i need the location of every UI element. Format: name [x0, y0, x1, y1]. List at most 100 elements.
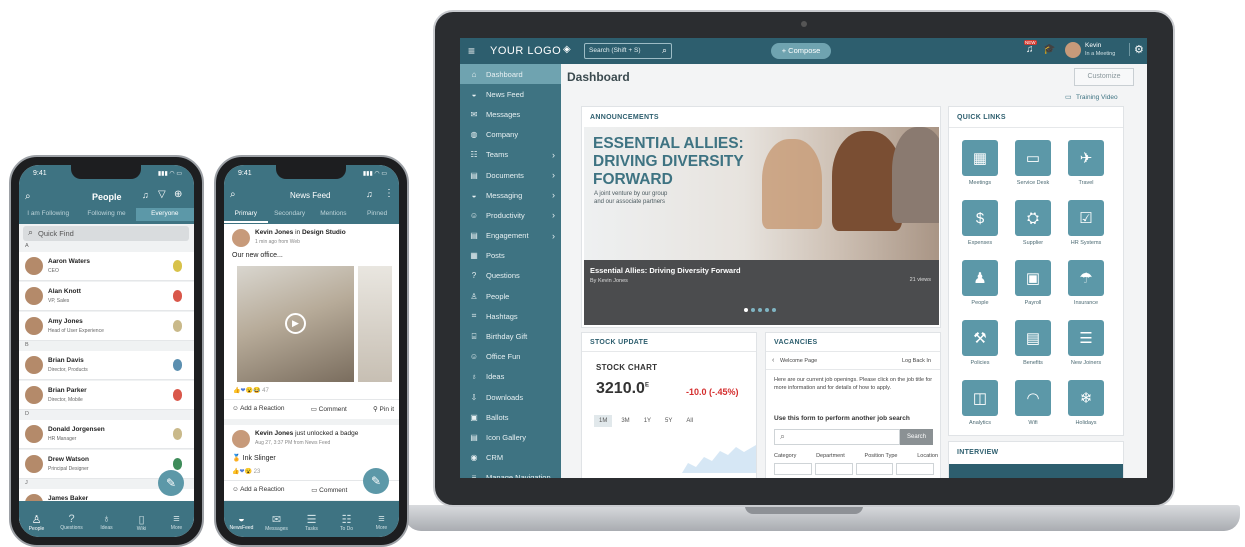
sidebar-item[interactable]: ? Questions: [460, 266, 561, 286]
position-type-select[interactable]: [855, 463, 894, 475]
quick-link-people-icon[interactable]: ♟: [962, 260, 998, 296]
nav-more[interactable]: ≡ More: [162, 513, 192, 531]
category-select[interactable]: [774, 463, 812, 475]
list-item[interactable]: Brian Davis Director, Products: [19, 351, 194, 380]
department-select[interactable]: [814, 463, 853, 475]
logo[interactable]: YOUR LOGO: [490, 45, 561, 57]
comment-button[interactable]: ▭ Comment: [311, 405, 347, 413]
job-search-button[interactable]: Search: [900, 429, 933, 445]
sidebar-item[interactable]: ✉ Messages: [460, 104, 561, 124]
sidebar-item[interactable]: ▤ Icon Gallery: [460, 427, 561, 447]
quick-link-label[interactable]: Expenses: [954, 240, 1006, 246]
list-item[interactable]: Brian Parker Director, Mobile: [19, 381, 194, 410]
menu-icon[interactable]: ≡: [468, 44, 475, 58]
sidebar-item[interactable]: ◒ News Feed: [460, 84, 561, 104]
sidebar-item[interactable]: ☺ Office Fun: [460, 347, 561, 367]
video-icon[interactable]: ▭: [1065, 93, 1072, 101]
quick-link-service-desk-icon[interactable]: ▭: [1015, 140, 1051, 176]
carousel-dot[interactable]: [772, 308, 776, 312]
carousel-dot[interactable]: [758, 308, 762, 312]
sidebar-item[interactable]: ◉ CRM: [460, 448, 561, 468]
person-name[interactable]: Alan Knott: [48, 288, 81, 295]
medal-icon[interactable]: [173, 389, 182, 401]
person-name[interactable]: Drew Watson: [48, 456, 89, 463]
avatar[interactable]: [25, 455, 43, 473]
medal-icon[interactable]: [173, 428, 182, 440]
carousel-dot[interactable]: [751, 308, 755, 312]
quick-link-label[interactable]: Benefits: [1007, 360, 1059, 366]
list-item[interactable]: Alan Knott VP, Sales: [19, 282, 194, 311]
nav-ideas[interactable]: ♁ Ideas: [92, 513, 122, 531]
quick-link-policies-icon[interactable]: ⚒: [962, 320, 998, 356]
more-vertical-icon[interactable]: ⋮: [384, 188, 394, 199]
medal-icon[interactable]: [173, 320, 182, 332]
sidebar-item[interactable]: ▣ Ballots: [460, 407, 561, 427]
tab-mentions[interactable]: Mentions: [312, 208, 356, 223]
carousel-dot[interactable]: [744, 308, 748, 312]
post-author[interactable]: Kevin Jones: [255, 229, 293, 236]
sidebar-item[interactable]: ◒ Messaging ›: [460, 185, 561, 205]
nav-people[interactable]: ♙ People: [22, 513, 52, 532]
reaction-icons[interactable]: 👍❤😮 23: [232, 468, 260, 475]
range-tab[interactable]: 5Y: [660, 415, 677, 427]
quick-link-label[interactable]: Supplier: [1007, 240, 1059, 246]
announcement-banner[interactable]: ESSENTIAL ALLIES: DRIVING DIVERSITY FORW…: [584, 127, 939, 325]
nav-questions[interactable]: ? Questions: [57, 513, 87, 531]
quick-link-travel-icon[interactable]: ✈: [1068, 140, 1104, 176]
add-circle-icon[interactable]: ⊕: [174, 189, 182, 200]
range-tab[interactable]: 3M: [616, 415, 634, 427]
welcome-page-link[interactable]: Welcome Page: [780, 358, 817, 364]
range-tab[interactable]: 1M: [594, 415, 613, 427]
play-icon[interactable]: ▶: [285, 313, 306, 334]
range-tab[interactable]: All: [681, 415, 698, 427]
bell-icon[interactable]: ♫: [1026, 44, 1034, 55]
graduation-cap-icon[interactable]: 🎓: [1043, 44, 1055, 55]
list-item[interactable]: Donald Jorgensen HR Manager: [19, 420, 194, 449]
avatar[interactable]: [232, 430, 250, 448]
list-item[interactable]: Amy Jones Head of User Experience: [19, 312, 194, 341]
nav-messages[interactable]: ✉ Messages: [262, 513, 292, 532]
add-reaction-button[interactable]: ☺ Add a Reaction: [232, 486, 285, 494]
person-name[interactable]: Aaron Waters: [48, 258, 90, 265]
search-icon[interactable]: ⌕: [25, 191, 31, 202]
post-author[interactable]: Kevin Jones: [255, 430, 293, 437]
quick-link-label[interactable]: New Joiners: [1060, 360, 1112, 366]
tab-pinned[interactable]: Pinned: [355, 208, 399, 223]
sidebar-item[interactable]: ⌗ Hashtags: [460, 306, 561, 326]
compose-button[interactable]: + Compose: [771, 43, 831, 59]
sidebar-item[interactable]: ≡ Manage Navigation: [460, 468, 561, 478]
tab-secondary[interactable]: Secondary: [268, 208, 312, 223]
avatar[interactable]: [25, 425, 43, 443]
person-name[interactable]: Amy Jones: [48, 318, 83, 325]
carousel-dot[interactable]: [765, 308, 769, 312]
pin-button[interactable]: ⚲ Pin it: [373, 405, 394, 413]
add-reaction-button[interactable]: ☺ Add a Reaction: [232, 405, 285, 413]
avatar[interactable]: [25, 386, 43, 404]
quick-link-expenses-icon[interactable]: $: [962, 200, 998, 236]
avatar[interactable]: [232, 229, 250, 247]
nav-more[interactable]: ≡ More: [367, 513, 397, 531]
sidebar-item[interactable]: ⌸ Birthday Gift: [460, 326, 561, 346]
quick-link-label[interactable]: Analytics: [954, 420, 1006, 426]
quick-link-label[interactable]: Service Desk: [1007, 180, 1059, 186]
quick-link-wifi-icon[interactable]: ◠: [1015, 380, 1051, 416]
tab-i-am-following[interactable]: I am Following: [19, 208, 77, 221]
nav-to-do[interactable]: ☷ To Do: [332, 513, 362, 532]
interview-banner[interactable]: [949, 464, 1123, 478]
quick-link-supplier-icon[interactable]: ⛭: [1015, 200, 1051, 236]
person-name[interactable]: Donald Jorgensen: [48, 426, 105, 433]
nav-tasks[interactable]: ☰ Tasks: [297, 513, 327, 532]
avatar[interactable]: [25, 257, 43, 275]
post-video-thumbnail[interactable]: ▶: [237, 266, 354, 382]
person-name[interactable]: Brian Parker: [48, 387, 87, 394]
list-item[interactable]: Aaron Waters CEO: [19, 252, 194, 281]
user-name[interactable]: Kevin: [1085, 42, 1101, 49]
quick-find-input[interactable]: ⌕ Quick Find: [23, 226, 189, 241]
tab-everyone[interactable]: Everyone: [135, 208, 194, 221]
quick-link-label[interactable]: Wifi: [1007, 420, 1059, 426]
quick-link-benefits-icon[interactable]: ▤: [1015, 320, 1051, 356]
customize-button[interactable]: Customize: [1074, 68, 1134, 86]
back-chevron-icon[interactable]: ‹: [772, 357, 774, 364]
filter-icon[interactable]: ▽: [158, 189, 166, 200]
bell-icon[interactable]: ♫: [142, 190, 149, 200]
